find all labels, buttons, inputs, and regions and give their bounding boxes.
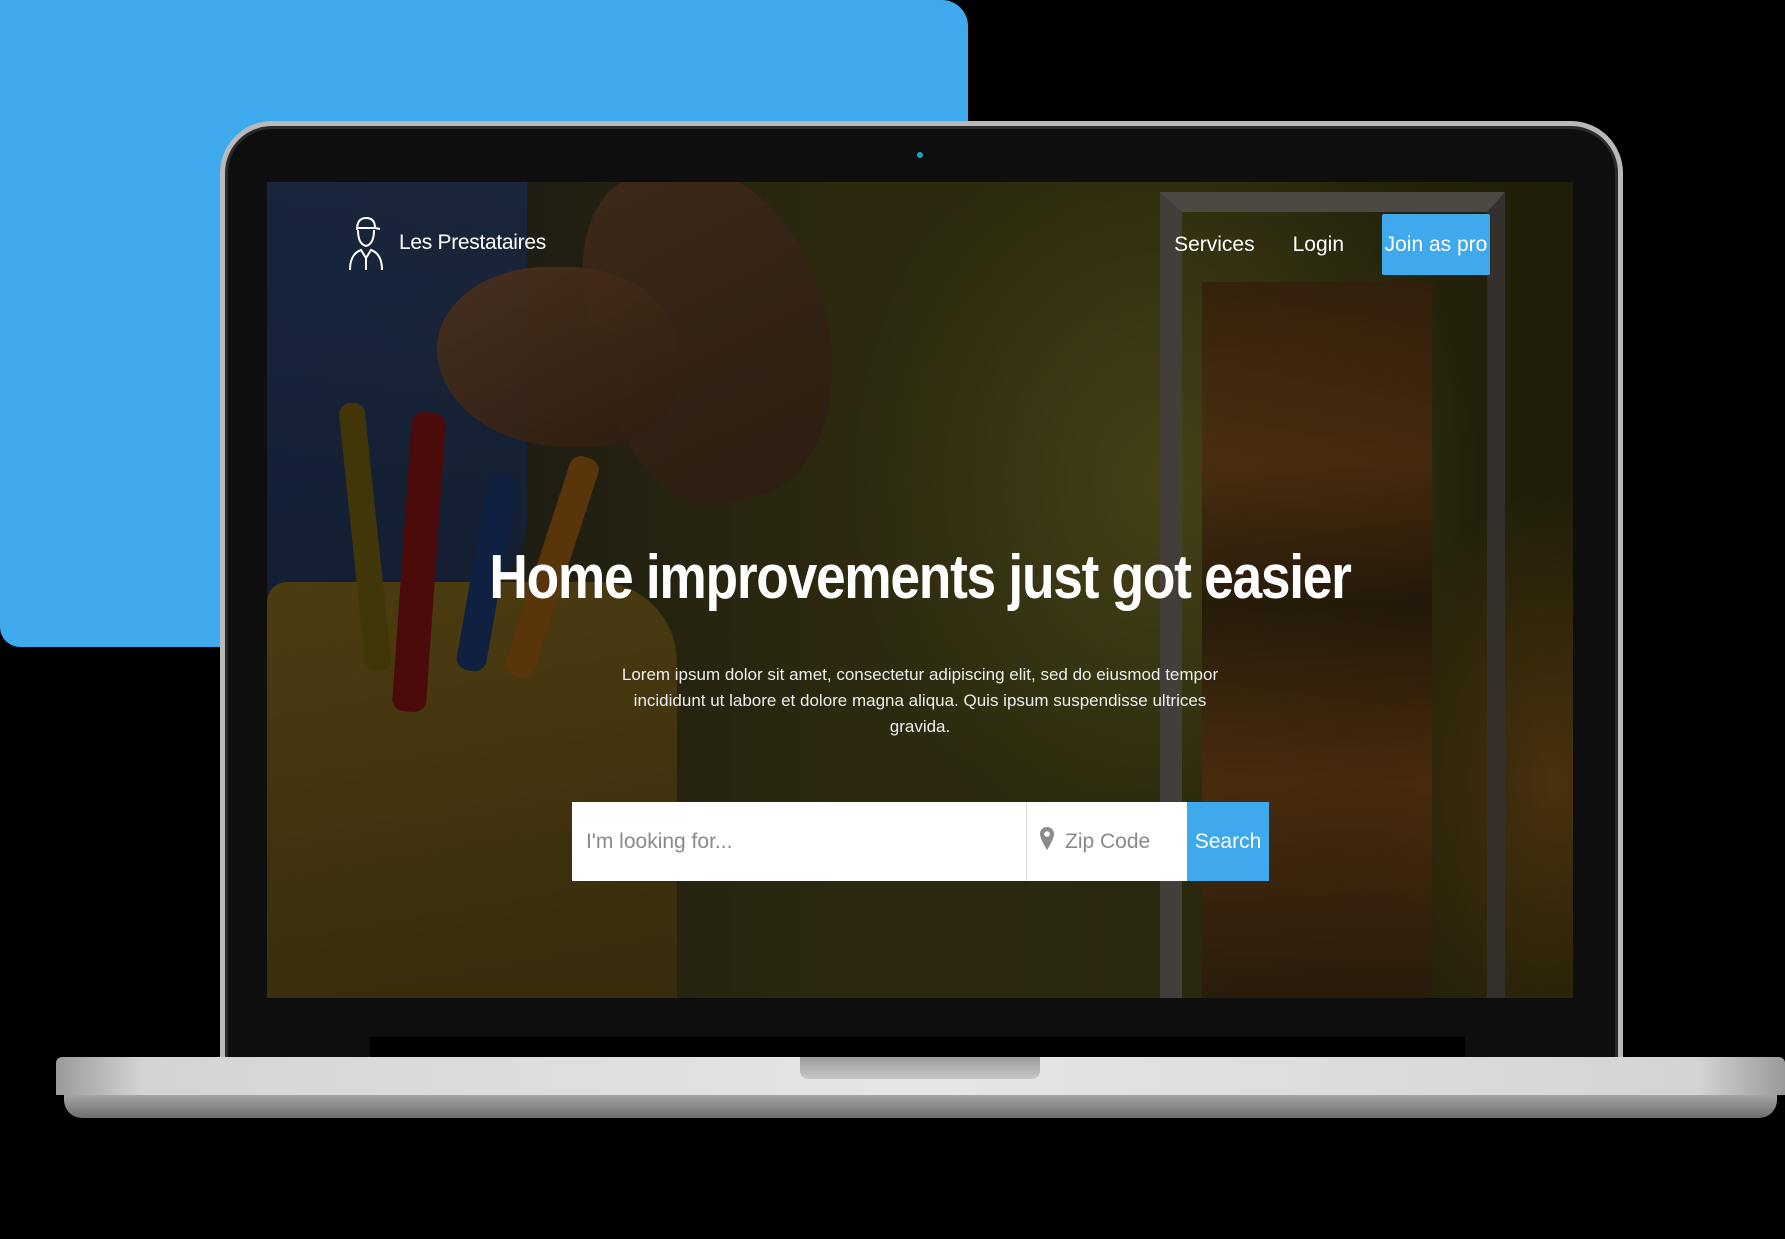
join-as-pro-button[interactable]: Join as pro [1382, 214, 1490, 275]
laptop-notch [800, 1057, 1040, 1079]
laptop-hinge [370, 1037, 1465, 1057]
zip-code-input[interactable] [1065, 829, 1180, 854]
top-navbar: Les Prestataires Services Login Join as … [267, 182, 1573, 275]
search-bar: Search [572, 802, 1269, 881]
laptop-base-bottom [64, 1095, 1777, 1118]
hero-title: Home improvements just got easier [489, 543, 1351, 612]
location-pin-icon [1039, 826, 1055, 857]
brand-name: Les Prestataires [399, 231, 546, 254]
nav-link-login[interactable]: Login [1293, 233, 1344, 257]
worker-icon [347, 214, 385, 272]
brand-logo[interactable]: Les Prestataires [347, 214, 546, 272]
nav-link-services[interactable]: Services [1174, 233, 1255, 257]
hero-subtitle: Lorem ipsum dolor sit amet, consectetur … [621, 665, 1219, 736]
search-input[interactable] [572, 802, 1027, 881]
search-button[interactable]: Search [1187, 802, 1269, 881]
laptop-screen: Les Prestataires Services Login Join as … [267, 182, 1573, 998]
zip-field [1027, 802, 1187, 881]
nav-links: Services Login Join as pro [1174, 214, 1490, 275]
webcam [917, 152, 923, 158]
